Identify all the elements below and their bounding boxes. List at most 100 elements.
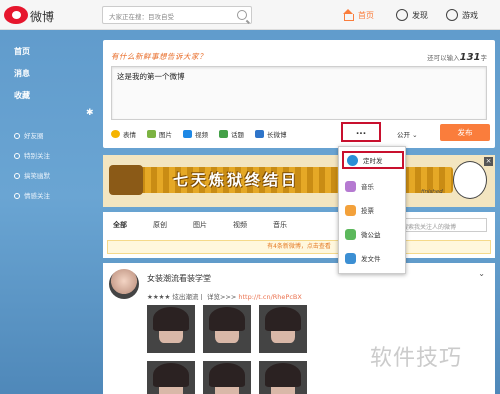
sidebar-sub-label: 搞笑幽默 [24, 172, 50, 180]
tab-all[interactable]: 全部 [113, 220, 127, 230]
sidebar-item-special-follow[interactable]: 特别关注 [14, 150, 50, 160]
post-link[interactable]: http://t.cn/RhePcBX [238, 293, 301, 301]
group-icon [14, 173, 20, 179]
remain-prefix: 还可以输入 [427, 54, 460, 62]
group-icon [14, 133, 20, 139]
nav-discover-label: 发现 [412, 10, 428, 20]
post-image[interactable] [203, 361, 251, 394]
chevron-down-icon[interactable]: ⌄ [478, 269, 485, 278]
image-button[interactable]: 图片 [147, 129, 172, 139]
publish-button[interactable]: 发布 [440, 124, 490, 141]
tab-videos[interactable]: 视频 [233, 220, 247, 230]
emoji-icon [111, 130, 120, 138]
post-composer: 有什么新鲜事想告诉大家？ 还可以输入131字 这是我的第一个微博 表情 图片 视… [103, 40, 495, 148]
video-icon [183, 130, 192, 138]
sidebar-item-home[interactable]: 首页 [14, 46, 30, 57]
charity-icon [345, 228, 356, 240]
new-posts-notice[interactable]: 有4条新微博，点击查看 [107, 240, 491, 254]
logo-text: 微博 [30, 10, 55, 24]
cart-illustration [109, 165, 143, 195]
post-line-text: ★★★★ 炫出潮流丨 详览>>> [147, 293, 239, 301]
search-placeholder: 大家正在搜：目攻自受 [109, 13, 174, 21]
sidebar-item-emotion[interactable]: 情感关注 [14, 190, 50, 200]
visibility-label: 公开 [397, 131, 410, 139]
vote-icon [345, 204, 356, 216]
search-icon[interactable] [237, 10, 247, 20]
remain-suffix: 字 [480, 54, 488, 62]
sidebar-sub-label: 情感关注 [24, 192, 50, 200]
sidebar-item-humor[interactable]: 搞笑幽默 [14, 170, 50, 180]
sidebar-item-friends-circle[interactable]: 好友圈 [14, 130, 44, 140]
menu-item-vote[interactable]: 投票 [345, 201, 403, 219]
nav-discover[interactable]: 发现 [396, 7, 428, 23]
tool-label: 视频 [195, 131, 208, 139]
search-input[interactable]: 大家正在搜：目攻自受 [102, 6, 252, 24]
tool-label: 话题 [231, 131, 244, 139]
post-image[interactable] [259, 305, 307, 353]
char-remaining: 还可以输入131字 [427, 52, 487, 63]
sidebar-sub-label: 特别关注 [24, 152, 50, 160]
tab-music[interactable]: 音乐 [273, 220, 287, 230]
menu-item-label: 音乐 [361, 183, 374, 191]
feed-search-placeholder: 搜索我关注人的微博 [402, 224, 457, 231]
menu-item-label: 投票 [361, 207, 374, 215]
post-image[interactable] [259, 361, 307, 394]
post-image[interactable] [147, 361, 195, 394]
post-image[interactable] [147, 305, 195, 353]
menu-item-label: 微公益 [361, 231, 381, 239]
clock-icon [347, 154, 358, 166]
emoji-button[interactable]: 表情 [111, 129, 136, 139]
more-options-menu: 定时发 音乐 投票 微公益 发文件 [338, 146, 406, 274]
post-image[interactable] [203, 305, 251, 353]
sidebar-item-favorites[interactable]: 收藏 [14, 90, 30, 101]
post-author[interactable]: 女装潮流看装学堂 [147, 273, 211, 284]
tab-images[interactable]: 图片 [193, 220, 207, 230]
ad-banner[interactable]: 七天炼狱终结日 finished × [103, 155, 495, 207]
compass-icon [396, 9, 408, 21]
weibo-eye-icon [4, 6, 28, 24]
chevron-down-icon: ⌄ [412, 131, 418, 139]
menu-item-send-file[interactable]: 发文件 [345, 249, 403, 267]
feed-post: 女装潮流看装学堂 ★★★★ 炫出潮流丨 详览>>> http://t.cn/Rh… [103, 263, 495, 394]
menu-item-music[interactable]: 音乐 [345, 177, 403, 195]
menu-item-charity[interactable]: 微公益 [345, 225, 403, 243]
tool-label: 图片 [159, 131, 172, 139]
group-icon [14, 153, 20, 159]
menu-item-label: 发文件 [361, 255, 381, 263]
document-icon [255, 130, 264, 138]
weibo-logo[interactable]: 微博 [4, 4, 62, 26]
banner-tag: finished [421, 189, 443, 195]
nav-game-label: 游戏 [462, 10, 478, 20]
weibo-page: 微博 大家正在搜：目攻自受 首页 发现 游戏 首页 消息 收藏 ✱ 好友圈 特别… [0, 0, 500, 394]
music-icon [345, 180, 356, 192]
nav-home-label: 首页 [358, 10, 374, 20]
watermark: 软件技巧 [370, 346, 463, 371]
tab-original[interactable]: 原创 [153, 220, 167, 230]
feed-filter-bar: 全部 原创 图片 视频 音乐 搜索我关注人的微博 有4条新微博，点击查看 [103, 212, 495, 258]
feed-tabs: 全部 原创 图片 视频 音乐 [113, 220, 313, 230]
close-icon[interactable]: × [484, 157, 493, 166]
long-weibo-button[interactable]: 长微博 [255, 129, 287, 139]
file-icon [345, 252, 356, 264]
menu-item-scheduled-post[interactable]: 定时发 [342, 151, 404, 169]
nav-home[interactable]: 首页 [342, 7, 374, 23]
post-text: ★★★★ 炫出潮流丨 详览>>> http://t.cn/RhePcBX [147, 291, 302, 301]
home-icon [342, 9, 354, 21]
left-sidebar: 首页 消息 收藏 ✱ 好友圈 特别关注 搞笑幽默 情感关注 [0, 34, 100, 394]
gear-icon[interactable]: ✱ [86, 108, 94, 118]
remain-count: 131 [459, 52, 481, 63]
avatar[interactable] [109, 269, 139, 299]
sidebar-sub-label: 好友圈 [24, 132, 44, 140]
topic-button[interactable]: 话题 [219, 129, 244, 139]
post-textarea[interactable]: 这是我的第一个微博 [111, 66, 487, 120]
sidebar-item-messages[interactable]: 消息 [14, 68, 30, 79]
composer-prompt: 有什么新鲜事想告诉大家？ [111, 52, 207, 61]
composer-toolbar: 表情 图片 视频 话题 长微博 [111, 128, 298, 140]
group-icon [14, 193, 20, 199]
video-button[interactable]: 视频 [183, 129, 208, 139]
image-icon [147, 130, 156, 138]
visibility-select[interactable]: 公开 ⌄ [397, 129, 418, 139]
nav-game[interactable]: 游戏 [446, 7, 478, 23]
tool-label: 表情 [123, 131, 136, 139]
more-button[interactable]: ... [341, 122, 381, 142]
